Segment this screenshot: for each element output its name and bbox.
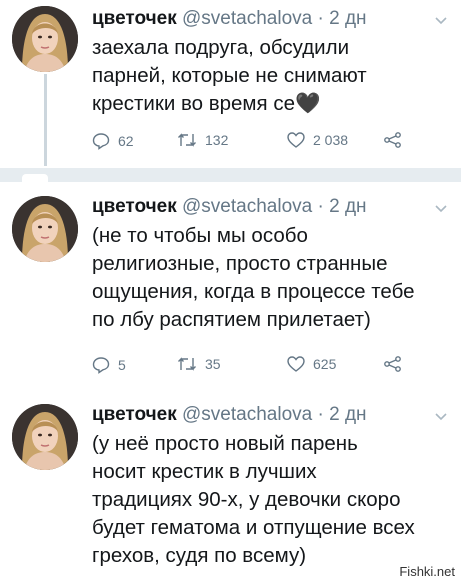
timestamp[interactable]: 2 дн [329, 196, 366, 217]
username[interactable]: @svetachalova [182, 196, 312, 217]
chevron-down-icon[interactable] [435, 200, 447, 216]
tweet-3[interactable]: цветочек @svetachalova · 2 дн (у неё про… [0, 386, 461, 583]
username[interactable]: @svetachalova [182, 8, 312, 29]
thread-line [44, 74, 47, 166]
retweet-count: 132 [205, 132, 229, 148]
retweet-icon [178, 357, 196, 371]
reply-count: 62 [118, 133, 134, 149]
heart-icon [287, 356, 305, 372]
thread-divider [0, 168, 461, 182]
retweet-button[interactable]: 35 [177, 356, 221, 372]
reply-button[interactable]: 5 [92, 356, 126, 374]
black-heart-emoji: 🖤 [294, 92, 321, 115]
heart-icon [287, 132, 305, 148]
reply-count: 5 [118, 357, 126, 373]
tweet-2[interactable]: цветочек @svetachalova · 2 дн (не то что… [0, 182, 461, 386]
text-line: ощущения, когда в процессе тебе [92, 280, 415, 303]
like-button[interactable]: 2 038 [287, 132, 348, 148]
tweet-text: заехала подруга, обсудили парней, которы… [92, 34, 442, 118]
share-icon [384, 356, 401, 372]
reply-button[interactable]: 62 [92, 132, 134, 150]
display-name[interactable]: цветочек [92, 404, 177, 425]
text-line: парней, которые не снимают [92, 64, 367, 87]
share-button[interactable] [384, 132, 402, 148]
tweet-text: (не то чтобы мы особо религиозные, прост… [92, 222, 442, 334]
separator: · [317, 404, 324, 425]
text-line: по лбу распятием прилетает) [92, 308, 371, 331]
avatar[interactable] [12, 404, 78, 470]
text-line: традициях 90-х, у девочки скоро [92, 488, 401, 511]
like-button[interactable]: 625 [287, 356, 336, 372]
text-line: носит крестик в лучших [92, 460, 317, 483]
text-line: заехала подруга, обсудили [92, 36, 350, 59]
display-name[interactable]: цветочек [92, 196, 177, 217]
tweet-header: цветочек @svetachalova · 2 дн [92, 8, 367, 30]
text-line: (не то чтобы мы особо [92, 224, 308, 247]
separator: · [317, 8, 324, 29]
tweet-actions: 62 132 2 038 [92, 132, 422, 156]
retweet-icon [178, 133, 196, 147]
text-line: будет гематома и отпущение всех [92, 516, 415, 539]
timestamp[interactable]: 2 дн [329, 8, 366, 29]
share-button[interactable] [384, 356, 402, 372]
avatar[interactable] [12, 196, 78, 262]
chevron-down-icon[interactable] [435, 408, 447, 424]
timestamp[interactable]: 2 дн [329, 404, 366, 425]
display-name[interactable]: цветочек [92, 8, 177, 29]
text-segment: крестики во время се [92, 92, 295, 115]
text-line: грехов, судя по всему) [92, 544, 307, 567]
like-count: 2 038 [313, 132, 349, 148]
share-icon [384, 132, 401, 148]
retweet-button[interactable]: 132 [177, 132, 228, 148]
tweet-text: (у неё просто новый парень носит крестик… [92, 430, 442, 570]
tweet-header: цветочек @svetachalova · 2 дн [92, 404, 367, 426]
text-line: (у неё просто новый парень [92, 432, 358, 455]
tweet-actions: 5 35 625 [92, 356, 422, 380]
watermark: Fishki.net [399, 564, 455, 579]
like-count: 625 [313, 356, 337, 372]
text-line: крестики во время се🖤 [92, 90, 442, 118]
username[interactable]: @svetachalova [182, 404, 312, 425]
tweet-header: цветочек @svetachalova · 2 дн [92, 196, 367, 218]
separator: · [317, 196, 324, 217]
retweet-count: 35 [205, 356, 221, 372]
tweet-1[interactable]: цветочек @svetachalova · 2 дн заехала по… [0, 0, 461, 168]
chevron-down-icon[interactable] [435, 12, 447, 28]
text-line: религиозные, просто странные [92, 252, 388, 275]
reply-icon [92, 133, 110, 150]
reply-icon [92, 357, 110, 374]
avatar[interactable] [12, 6, 78, 72]
